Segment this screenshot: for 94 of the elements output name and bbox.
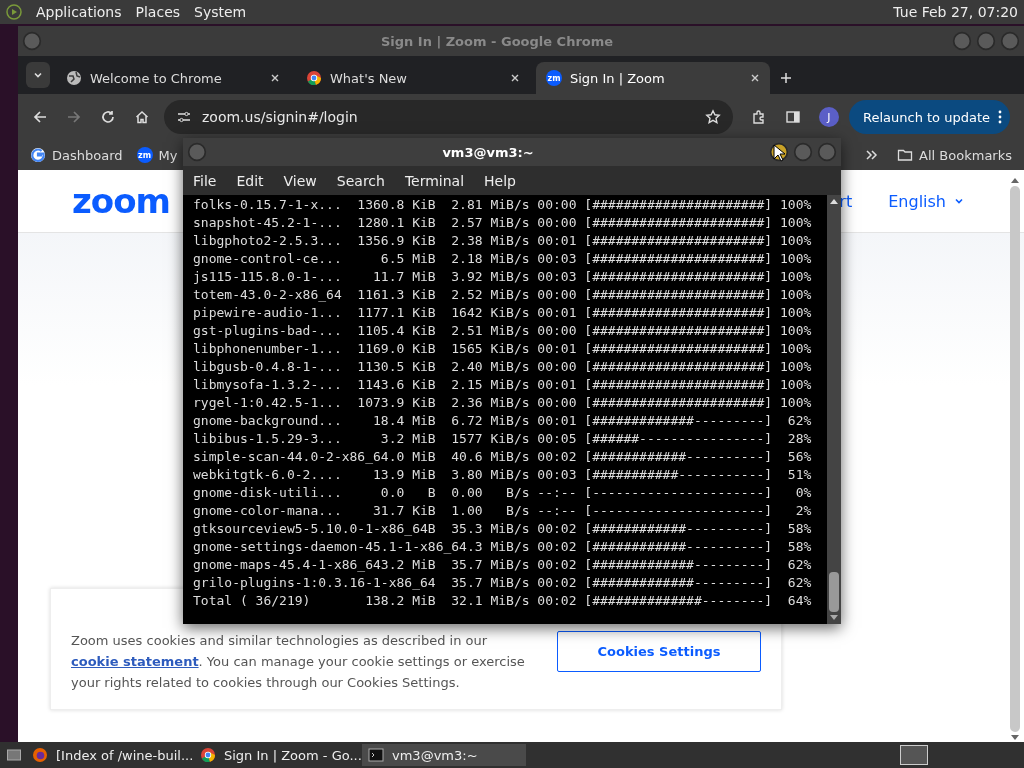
globe-icon: [66, 70, 82, 86]
bookmark-label: Dashboard: [52, 147, 123, 163]
forward-icon[interactable]: [66, 109, 82, 125]
zoom-favicon: zm: [546, 70, 562, 86]
url-text: zoom.us/signin#/login: [202, 109, 359, 125]
relaunch-button[interactable]: Relaunch to update: [849, 100, 1010, 134]
taskbar-label: Sign In | Zoom - Go...: [224, 747, 362, 763]
close-icon[interactable]: [510, 73, 520, 83]
terminal-line: webkitgtk-6.0-2.... 13.9 MiB 3.80 MiB/s 00:03 [###########-----------] 51%: [193, 466, 813, 484]
menu-item[interactable]: Help: [478, 172, 524, 189]
scroll-up-icon[interactable]: [1010, 176, 1020, 184]
reload-icon[interactable]: [100, 109, 116, 125]
cookie-statement-link[interactable]: cookie statement: [71, 653, 199, 669]
back-icon[interactable]: [32, 109, 48, 125]
scrollbar-thumb[interactable]: [1010, 186, 1020, 732]
terminal-line: libibus-1.5.29-3... 3.2 MiB 1577 KiB/s 00:05 [######----------------] 28%: [193, 430, 813, 448]
puzzle-icon[interactable]: [751, 109, 767, 125]
panel-menu-item[interactable]: Applications: [36, 4, 122, 20]
star-icon[interactable]: [705, 109, 721, 125]
terminal-line: libmysofa-1.3.2-... 1143.6 KiB 2.15 MiB/s 00:01 [######################] 100%: [193, 376, 813, 394]
menu-item[interactable]: View: [277, 172, 325, 189]
tab-title: What's New: [330, 70, 408, 86]
scrollbar-thumb[interactable]: [829, 572, 839, 612]
menu-item[interactable]: File: [187, 172, 225, 189]
tab-title: Welcome to Chrome: [90, 70, 223, 86]
cookies-settings-button[interactable]: Cookies Settings: [557, 630, 761, 672]
terminal-line: gnome-control-ce... 6.5 MiB 2.18 MiB/s 00:03 [######################] 100%: [193, 250, 813, 268]
chrome-icon: [200, 747, 216, 763]
zoom-favicon: zm: [136, 147, 153, 163]
terminal-line: pipewire-audio-1... 1177.1 KiB 1642 KiB/s 00:01 [######################] 100%: [193, 304, 813, 322]
google-icon: [30, 147, 46, 163]
bookmark[interactable]: Dashboard: [30, 147, 123, 163]
terminal-line: gnome-disk-utili... 0.0 B 0.00 B/s --:-- [----------------------] 0%: [193, 484, 813, 502]
tab-title: Sign In | Zoom: [570, 70, 666, 86]
more-icon: [998, 110, 1002, 124]
site-settings-icon[interactable]: [176, 109, 192, 125]
close-icon[interactable]: [270, 73, 280, 83]
home-icon[interactable]: [134, 109, 150, 125]
chevron-down-icon: [954, 196, 964, 206]
panel-menu-item[interactable]: System: [194, 4, 247, 20]
browser-tab[interactable]: Welcome to Chrome: [56, 62, 290, 94]
firefox-icon: [32, 747, 48, 763]
terminal-line: gnome-background... 18.4 MiB 6.72 MiB/s 00:01 [#############---------] 62%: [193, 412, 813, 430]
mouse-pointer-icon: [773, 144, 785, 162]
new-tab-icon[interactable]: [780, 72, 792, 84]
browser-tab[interactable]: zm Sign In | Zoom: [536, 62, 770, 94]
terminal-line: libphonenumber-1... 1169.0 KiB 1565 KiB/s 00:01 [######################] 100%: [193, 340, 813, 358]
scrollbar[interactable]: [827, 195, 841, 624]
menu-item[interactable]: Edit: [230, 172, 272, 189]
scrollbar[interactable]: [1008, 176, 1022, 742]
chevron-down-icon: [33, 70, 43, 80]
scroll-up-icon[interactable]: [829, 197, 839, 205]
terminal-line: rygel-1:0.42.5-1... 1073.9 KiB 2.36 MiB/s 00:00 [######################] 100%: [193, 394, 813, 412]
terminal-line: simple-scan-44.0-2-x86_64.0 MiB 40.6 MiB/s 00:02 [############----------] 56%: [193, 448, 813, 466]
terminal-line: gtksourceview5-5.10.0-1-x86_64B 35.3 MiB/s 00:02 [############----------] 58%: [193, 520, 813, 538]
profile-avatar[interactable]: J: [819, 107, 839, 127]
address-bar[interactable]: zoom.us/signin#/login: [164, 100, 733, 134]
nav-link[interactable]: rt: [839, 191, 853, 211]
show-desktop-icon[interactable]: [6, 747, 22, 763]
language-selector[interactable]: English: [888, 191, 964, 211]
panel-menu-item[interactable]: Places: [135, 4, 181, 20]
terminal-line: libgphoto2-2.5.3... 1356.9 KiB 2.38 MiB/s 00:01 [######################] 100%: [193, 232, 813, 250]
all-bookmarks-button[interactable]: All Bookmarks: [897, 147, 1012, 163]
terminal-icon: [368, 747, 384, 763]
terminal-line: gnome-color-mana... 31.7 KiB 1.00 B/s --:-- [----------------------] 2%: [193, 502, 813, 520]
terminal-line: gnome-maps-45.4-1-x86_643.2 MiB 35.7 MiB/s 00:02 [#############---------] 62%: [193, 556, 813, 574]
tab-search-button[interactable]: [26, 62, 50, 88]
window-title: vm3@vm3:~: [441, 144, 535, 160]
terminal-line: folks-0.15.7-1-x... 1360.8 KiB 2.81 MiB/s 00:00 [######################] 100%: [193, 196, 813, 214]
taskbar-button[interactable]: vm3@vm3:~: [362, 744, 526, 766]
bookmark-label: My: [158, 147, 178, 163]
scroll-down-icon[interactable]: [829, 614, 839, 622]
zoom-logo[interactable]: zoom: [72, 181, 170, 221]
taskbar-label: vm3@vm3:~: [392, 747, 478, 763]
clock: Tue Feb 27, 07:20: [893, 4, 1018, 20]
folder-icon: [897, 147, 914, 163]
browser-tab[interactable]: What's New: [296, 62, 530, 94]
close-icon[interactable]: [750, 73, 760, 83]
workspace-switcher[interactable]: [900, 745, 928, 765]
terminal-line: Total ( 36/219) 138.2 MiB 32.1 MiB/s 00:02 [##############--------] 64%: [193, 592, 813, 610]
terminal-line: gst-plugins-bad-... 1105.4 KiB 2.51 MiB/s 00:00 [######################] 100%: [193, 322, 813, 340]
terminal-line: grilo-plugins-1:0.3.16-1-x86_64 35.7 MiB/s 00:02 [#############---------] 62%: [193, 574, 813, 592]
chrome-icon: [306, 70, 322, 86]
terminal-line: gnome-settings-daemon-45.1-1-x86_64.3 MiB/s 00:02 [############----------] 58%: [193, 538, 813, 556]
terminal-line: libgusb-0.4.8-1-... 1130.5 KiB 2.40 MiB/s 00:00 [######################] 100%: [193, 358, 813, 376]
menu-item[interactable]: Search: [330, 172, 393, 189]
bookmark[interactable]: zm My: [136, 147, 178, 163]
menu-item[interactable]: Terminal: [398, 172, 473, 189]
window-title: Sign In | Zoom - Google Chrome: [379, 33, 615, 49]
terminal-line: snapshot-45.2-1-... 1280.1 KiB 2.57 MiB/s 00:00 [######################] 100%: [193, 214, 813, 232]
terminal-line: totem-43.0-2-x86_64 1161.3 KiB 2.52 MiB/s 00:00 [######################] 100%: [193, 286, 813, 304]
terminal-line: js115-115.8.0-1-... 11.7 MiB 3.92 MiB/s 00:03 [######################] 100%: [193, 268, 813, 286]
side-panel-icon[interactable]: [785, 109, 801, 125]
distro-logo-icon: [6, 4, 22, 20]
